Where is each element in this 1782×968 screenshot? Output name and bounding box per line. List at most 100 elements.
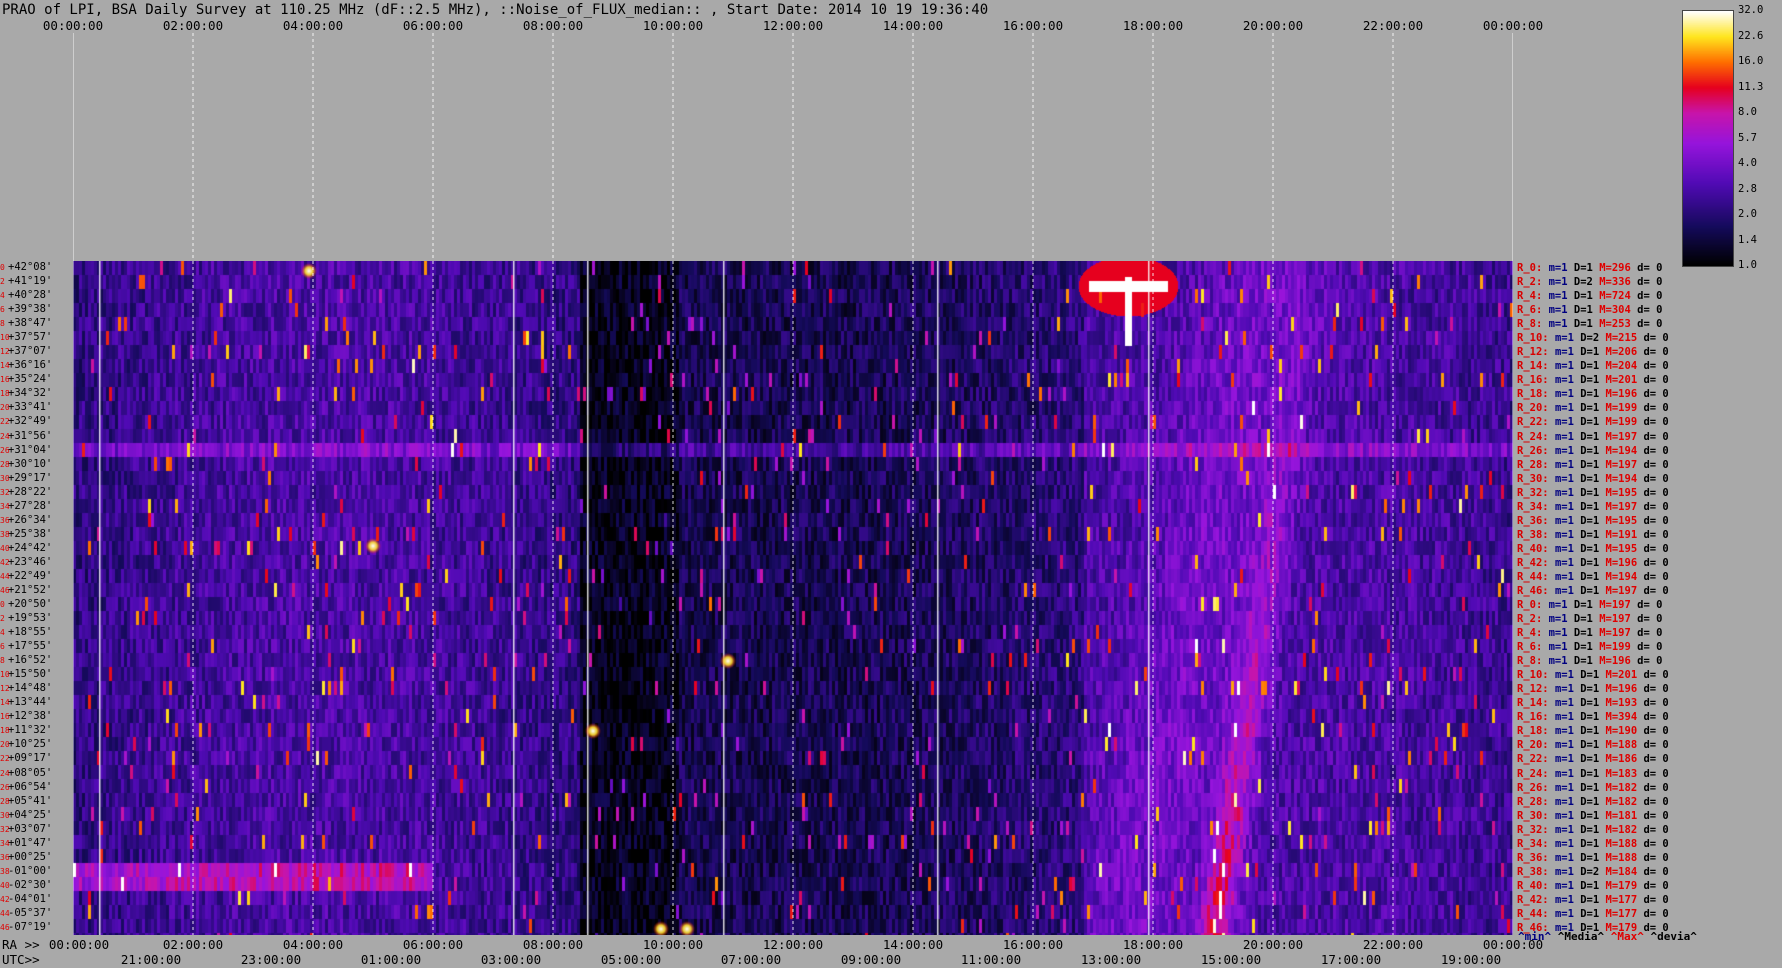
stat-median: D=1 xyxy=(1580,697,1606,710)
row-index: 46 xyxy=(0,585,10,595)
declination-label: 16+35°24' xyxy=(0,374,52,385)
declination-label: 14+36°16' xyxy=(0,360,52,371)
declination-label: 2 +19°53' xyxy=(0,613,52,624)
r: R_8: xyxy=(1517,655,1549,668)
colorbar xyxy=(1682,10,1734,267)
row-index: 44 xyxy=(0,908,10,918)
stat-min: m=1 xyxy=(1554,683,1581,696)
stat-max: M=197 xyxy=(1605,584,1644,597)
declination-value: +18°55' xyxy=(8,626,53,639)
utc-axis-tick: 19:00:00 xyxy=(1440,952,1502,967)
row-index: 20 xyxy=(0,403,10,413)
declination-value: +33°41' xyxy=(8,401,53,414)
stat-min: m=1 xyxy=(1554,388,1581,401)
ra-axis: RA >> 00:00:00 02:00:00 04:00:00 06:00:00 08… xyxy=(0,937,1782,953)
stat-min: m=1 xyxy=(1554,697,1581,710)
declination-value: +01°47' xyxy=(8,836,53,849)
declination-label: 12+37°07' xyxy=(0,346,52,357)
declination-value: +37°07' xyxy=(8,345,53,358)
row-index: 8 xyxy=(0,319,5,329)
row-index: 36 xyxy=(0,852,10,862)
utc-axis-tick: 13:00:00 xyxy=(1080,952,1142,967)
stat-dev: d= 0 xyxy=(1643,472,1669,485)
row-index: 8 xyxy=(0,656,5,666)
r: R_0: xyxy=(1517,262,1549,274)
declination-value: +17°55' xyxy=(8,640,53,653)
r: R_20: xyxy=(1517,739,1555,752)
stat-median: D=1 xyxy=(1580,458,1606,471)
colorbar-tick: 22.6 xyxy=(1738,29,1764,42)
stats-row: R_28: m=1 D=1 M=197 d= 0 xyxy=(1517,459,1669,471)
stat-max: M=181 xyxy=(1605,809,1644,822)
row-index: 24 xyxy=(0,431,10,441)
stat-max: M=199 xyxy=(1605,416,1644,429)
stat-dev: d= 0 xyxy=(1643,837,1669,850)
stat-min: m=1 xyxy=(1554,809,1581,822)
declination-value: +21°52' xyxy=(8,583,53,596)
stats-row: R_6: m=1 D=1 M=304 d= 0 xyxy=(1517,304,1662,316)
row-index: 12 xyxy=(0,684,10,694)
row-index: 26 xyxy=(0,445,10,455)
r: R_28: xyxy=(1517,458,1555,471)
declination-value: +28°22' xyxy=(8,485,53,498)
row-index: 22 xyxy=(0,417,10,427)
stat-min: m=1 xyxy=(1554,739,1581,752)
ra-axis-tick: 10:00:00 xyxy=(642,937,704,952)
declination-label: 32+03°07' xyxy=(0,823,52,835)
ra-axis-tick: 20:00:00 xyxy=(1242,937,1304,952)
stat-median: D=1 xyxy=(1580,725,1606,738)
declination-value: +10°25' xyxy=(8,738,53,751)
row-index: 36 xyxy=(0,515,10,525)
row-index: 20 xyxy=(0,740,10,750)
declination-value: +34°32' xyxy=(8,387,53,400)
declination-value: +37°57' xyxy=(8,331,53,344)
declination-value: +20°50' xyxy=(8,598,53,610)
declination-label: 8 +16°52' xyxy=(0,655,52,666)
row-index: 0 xyxy=(0,600,5,609)
top-axis-tick: 08:00:00 xyxy=(522,18,584,33)
declination-label: 22+32°49' xyxy=(0,416,52,427)
row-index: 4 xyxy=(0,628,5,638)
row-index: 16 xyxy=(0,712,10,722)
row-index: 14 xyxy=(0,698,10,708)
stat-median: D=1 xyxy=(1580,879,1606,892)
stat-max: M=177 xyxy=(1605,893,1644,906)
stat-max: M=190 xyxy=(1605,725,1644,738)
row-index: 2 xyxy=(0,277,5,287)
stat-min: m=1 xyxy=(1554,332,1581,345)
r: R_10: xyxy=(1517,332,1555,345)
stat-min: m=1 xyxy=(1554,402,1581,415)
stat-min: m=1 xyxy=(1548,276,1574,289)
stat-median: D=1 xyxy=(1573,304,1600,317)
r: R_20: xyxy=(1517,402,1555,415)
colorbar-tick: 1.4 xyxy=(1738,233,1757,246)
r: R_32: xyxy=(1517,823,1555,836)
colorbar-tick: 32.0 xyxy=(1738,4,1764,16)
ra-axis-tick: 06:00:00 xyxy=(402,937,464,952)
r: R_30: xyxy=(1517,809,1555,822)
row-index: 6 xyxy=(0,305,5,315)
row-index: 28 xyxy=(0,459,10,469)
stat-max: M=197 xyxy=(1605,430,1644,443)
row-index: 14 xyxy=(0,361,10,371)
declination-label: 44+22°49' xyxy=(0,571,52,582)
stat-max: M=199 xyxy=(1605,402,1644,415)
r: R_42: xyxy=(1517,556,1555,569)
ra-axis-tick: 12:00:00 xyxy=(762,937,824,952)
declination-label: 0 +42°08' xyxy=(0,262,52,273)
ra-axis-tick: 18:00:00 xyxy=(1122,937,1184,952)
chart-title: PRAO of LPI, BSA Daily Survey at 110.25 … xyxy=(2,2,989,18)
stat-median: D=1 xyxy=(1580,907,1606,920)
stat-median: D=1 xyxy=(1580,795,1606,808)
stat-median: D=2 xyxy=(1580,332,1606,345)
stat-min: m=1 xyxy=(1554,823,1581,836)
stat-max: M=197 xyxy=(1599,627,1638,640)
stat-dev: d= 0 xyxy=(1637,276,1663,289)
declination-label: 20+33°41' xyxy=(0,402,52,413)
stats-row: R_30: m=1 D=1 M=194 d= 0 xyxy=(1517,473,1669,485)
stat-median: D=1 xyxy=(1580,472,1606,485)
r: R_22: xyxy=(1517,416,1555,429)
stats-row: R_38: m=1 D=2 M=184 d= 0 xyxy=(1517,866,1669,878)
declination-label: 28+05°41' xyxy=(0,795,52,807)
stat-median: D=1 xyxy=(1580,683,1606,696)
